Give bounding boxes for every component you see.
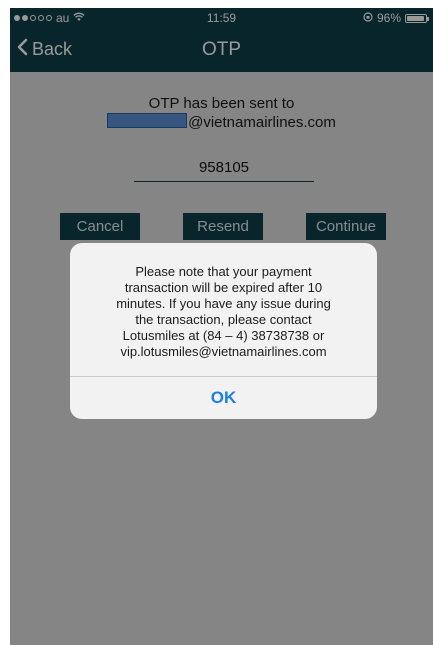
modal-overlay: Please note that your payment transactio… [10, 8, 433, 645]
alert-message: Please note that your payment transactio… [80, 264, 367, 360]
ok-button[interactable]: OK [70, 377, 377, 419]
alert-message-line: Lotusmiles at (84 – 4) 38738738 or [122, 328, 325, 343]
alert-message-line: minutes. If you have any issue during [116, 296, 331, 311]
phone-screen: au 11:59 96% Back OTP OTP has been sent … [10, 8, 433, 645]
alert-message-line: vip.lotusmiles@vietnamairlines.com [120, 344, 327, 359]
alert-message-line: Please note that your payment [135, 264, 312, 279]
alert-message-line: the transaction, please contact [135, 312, 312, 327]
alert-message-line: transaction will be expired after 10 [124, 280, 323, 295]
alert-dialog: Please note that your payment transactio… [70, 243, 377, 419]
